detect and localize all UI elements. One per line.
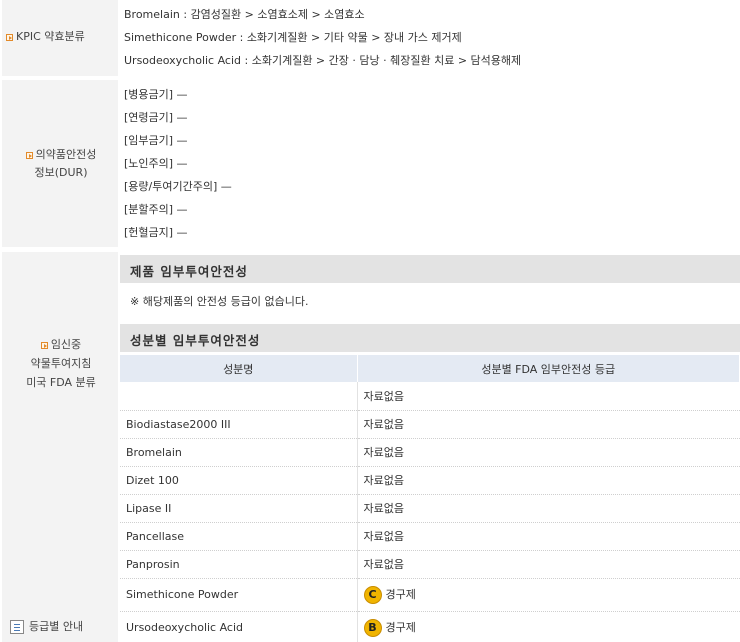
dur-line: [연령금기] — (124, 111, 188, 124)
ingredient-grade-table: 성분명 성분별 FDA 임부안전성 등급 자료없음 Biodiastase2000… (120, 355, 740, 642)
fda-grade-value: 자료없음 (363, 474, 404, 487)
column-header-ingredient: 성분명 (120, 355, 358, 382)
fda-grade-cell: 자료없음 (357, 410, 740, 439)
ingredient-name-cell: Panprosin (120, 550, 358, 579)
fda-grade-cell: C 경구제 (357, 578, 740, 612)
fda-grade-value: 자료없음 (363, 530, 404, 543)
ingredient-name-cell: Simethicone Powder (120, 578, 358, 612)
pregnancy-label-line2: 약물투여지침 (30, 357, 92, 370)
fda-grade-cell: 자료없음 (357, 522, 740, 551)
table-row: Lipase II 자료없음 (120, 494, 740, 523)
fda-grade-value: 경구제 (385, 620, 416, 634)
fda-grade-cell: B 경구제 (357, 611, 740, 642)
ingredient-name-cell: Biodiastase2000 III (120, 410, 358, 439)
table-row: 자료없음 (120, 382, 740, 411)
column-header-fda-grade: 성분별 FDA 임부안전성 등급 (357, 355, 740, 382)
ingredient-name-cell: Dizet 100 (120, 466, 358, 495)
fda-grade-cell: 자료없음 (357, 550, 740, 579)
table-row: Simethicone Powder C 경구제 (120, 578, 740, 612)
dur-content: [병용금기] — [연령금기] — [임부금기] — [노인주의] — [용량/… (120, 80, 740, 247)
ingredient-pregnancy-heading: 성분별 임부투여안전성 (120, 324, 740, 352)
kpic-line: Ursodeoxycholic Acid : 소화기계질환 > 간장 · 담낭 … (124, 54, 522, 67)
dur-line: [용량/투여기간주의] — (124, 180, 232, 193)
kpic-content: Bromelain : 감염성질환 > 소염효소제 > 소염효소 Simethi… (120, 0, 740, 76)
kpic-label-cell: KPIC 약효분류 (2, 0, 118, 76)
pregnancy-label-cell: 임신중 약물투여지침 미국 FDA 분류 등급별 안내 (2, 252, 118, 642)
table-row: Pancellase 자료없음 (120, 522, 740, 551)
bullet-arrow-icon (40, 341, 48, 349)
pregnancy-label-line3: 미국 FDA 분류 (26, 376, 96, 389)
dur-section: 의약품안전성 정보(DUR) [병용금기] — [연령금기] — [임부금기] … (0, 80, 740, 247)
table-row: Ursodeoxycholic Acid B 경구제 (120, 611, 740, 642)
product-pregnancy-heading: 제품 임부투여안전성 (120, 255, 740, 283)
fda-grade-cell: 자료없음 (357, 382, 740, 411)
fda-grade-value: 자료없음 (363, 446, 404, 459)
ingredient-name-cell (120, 382, 358, 411)
grade-c-badge-icon: C (363, 585, 382, 604)
fda-grade-value: 자료없음 (363, 389, 404, 403)
fda-grade-cell: 자료없음 (357, 438, 740, 467)
fda-grade-value: 자료없음 (363, 502, 404, 515)
pregnancy-label-line1: 임신중 (50, 338, 82, 351)
dur-line: [임부금기] — (124, 134, 188, 147)
ingredient-name-cell: Pancellase (120, 522, 358, 551)
dur-line: [분할주의] — (124, 203, 188, 216)
document-edit-icon (10, 620, 24, 634)
bullet-arrow-icon (25, 151, 33, 159)
fda-grade-value: 자료없음 (363, 418, 404, 431)
kpic-line: Simethicone Powder : 소화기계질환 > 기타 약물 > 장내… (124, 31, 462, 44)
kpic-line: Bromelain : 감염성질환 > 소염효소제 > 소염효소 (124, 8, 365, 21)
fda-grade-value: 자료없음 (363, 558, 404, 571)
ingredient-name-cell: Bromelain (120, 438, 358, 467)
fda-grade-cell: 자료없음 (357, 494, 740, 523)
fda-grade-cell: 자료없음 (357, 466, 740, 495)
dur-label-cell: 의약품안전성 정보(DUR) (2, 80, 118, 247)
table-row: Bromelain 자료없음 (120, 438, 740, 467)
bullet-arrow-icon (6, 33, 13, 41)
kpic-section: KPIC 약효분류 Bromelain : 감염성질환 > 소염효소제 > 소염… (0, 0, 740, 76)
grade-guide-label: 등급별 안내 (29, 620, 84, 633)
ingredient-name-cell: Lipase II (120, 494, 358, 523)
table-row: Panprosin 자료없음 (120, 550, 740, 579)
dur-line: [노인주의] — (124, 157, 188, 170)
dur-line: [병용금기] — (124, 88, 188, 101)
grade-guide-link[interactable]: 등급별 안내 (10, 618, 83, 634)
kpic-label: KPIC 약효분류 (16, 30, 85, 43)
ingredient-name-cell: Ursodeoxycholic Acid (120, 611, 358, 642)
grade-b-badge-icon: B (363, 618, 382, 637)
dur-label-line2: 정보(DUR) (34, 166, 88, 179)
fda-grade-value: 경구제 (385, 587, 416, 601)
dur-label-line1: 의약품안전성 (35, 148, 97, 161)
table-row: Biodiastase2000 III 자료없음 (120, 410, 740, 439)
dur-line: [헌혈금지] — (124, 226, 188, 239)
table-row: Dizet 100 자료없음 (120, 466, 740, 495)
product-pregnancy-note: ※ 해당제품의 안전성 등급이 없습니다. (130, 295, 309, 308)
table-header-row: 성분명 성분별 FDA 임부안전성 등급 (120, 355, 740, 382)
